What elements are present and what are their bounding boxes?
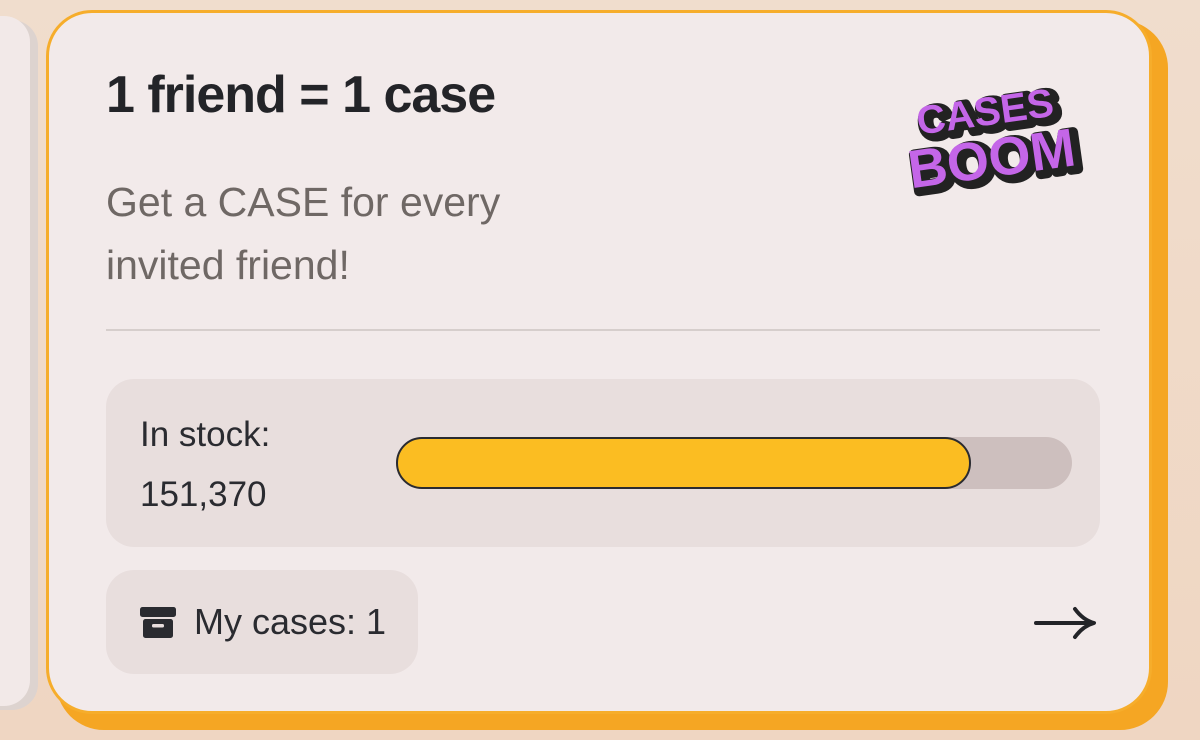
archive-box-icon [140, 607, 176, 638]
card-title: 1 friend = 1 case [106, 66, 496, 124]
stock-progress-fill [396, 437, 971, 489]
stock-panel: In stock: 151,370 [106, 379, 1100, 547]
arrow-right-icon[interactable] [1033, 603, 1099, 643]
card-subtitle: Get a CASE for every invited friend! [106, 179, 501, 288]
cases-boom-logo: CASES CASES BOOM BOOM [904, 79, 1089, 205]
stock-label: In stock: [140, 415, 271, 454]
divider [106, 329, 1100, 331]
my-cases-label: My cases: 1 [194, 601, 387, 642]
adjacent-card[interactable] [0, 16, 30, 706]
stock-value: 151,370 [140, 475, 267, 514]
stock-progress-bar [396, 437, 1072, 489]
promo-card[interactable]: 1 friend = 1 case Get a CASE for every i… [46, 10, 1152, 714]
my-cases-button[interactable]: My cases: 1 [106, 570, 419, 674]
